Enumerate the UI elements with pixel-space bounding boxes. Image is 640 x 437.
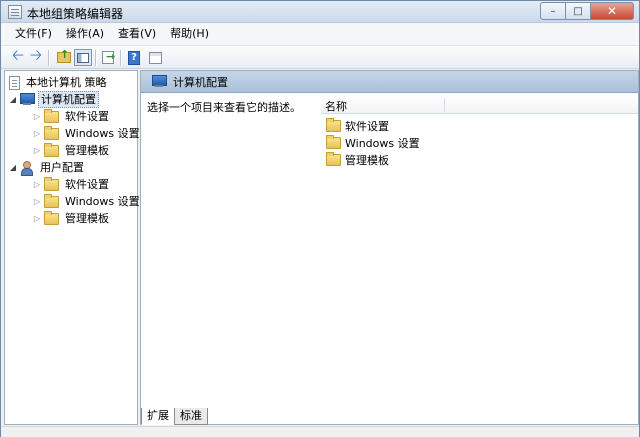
view-tabs: 扩展 标准 [141,408,208,425]
collapsed-triangle-icon[interactable]: ▷ [32,180,42,189]
tree-item-user-software[interactable]: ▷ 软件设置 [32,176,111,193]
back-arrow-icon[interactable]: 🡠 [9,46,27,66]
tree-item-label: 用户配置 [40,161,84,174]
tab-extended[interactable]: 扩展 [141,408,175,425]
tree-item-label: 计算机配置 [38,91,99,108]
tree-item-user-config[interactable]: ◢ 用户配置 [8,159,86,176]
tree-item-label: 软件设置 [65,178,109,191]
collapsed-triangle-icon[interactable]: ▷ [32,146,42,155]
folder-icon [326,134,341,149]
menu-view[interactable]: 查看(V) [111,23,163,45]
folder-icon [326,117,341,132]
tree-root[interactable]: 本地计算机 策略 [8,74,109,91]
tree-item-label: Windows 设置 [65,127,140,140]
toolbar-separator [48,50,49,66]
folder-icon [44,108,59,123]
list-column-header: 名称 [321,96,638,114]
console-tree[interactable]: 本地计算机 策略 ◢ 计算机配置 ▷ 软件设置 ▷ Windows 设置 ▷ 管… [4,70,140,425]
tab-standard[interactable]: 标准 [174,408,208,425]
help-glyph: ? [128,50,140,65]
user-icon [19,160,34,176]
menu-action[interactable]: 操作(A) [59,23,111,45]
folder-icon [44,125,59,140]
list-item-label: Windows 设置 [345,136,420,150]
description-text: 选择一个项目来查看它的描述。 [147,101,301,114]
expanded-triangle-icon[interactable]: ◢ [8,163,18,172]
list-item[interactable]: Windows 设置 [324,134,420,151]
up-folder-icon[interactable] [55,48,73,66]
toolbar-separator [120,50,121,66]
tree-item-computer-config[interactable]: ◢ 计算机配置 [8,91,99,108]
menu-help[interactable]: 帮助(H) [163,23,216,45]
policy-document-icon [9,75,20,90]
toolbar: 🡠 🡢 ? [1,45,639,69]
app-window: 本地组策略编辑器 – □ ✕ 文件(F) 操作(A) 查看(V) 帮助(H) 🡠… [0,0,640,437]
status-bar [1,426,639,437]
column-name-header[interactable]: 名称 [325,98,445,113]
details-pane: 计算机配置 选择一个项目来查看它的描述。 名称 软件设置 Windows 设置 … [140,70,639,425]
list-item[interactable]: 管理模板 [324,151,389,168]
tree-item-computer-windows[interactable]: ▷ Windows 设置 [32,125,142,142]
collapsed-triangle-icon[interactable]: ▷ [32,112,42,121]
menu-bar: 文件(F) 操作(A) 查看(V) 帮助(H) [1,23,639,45]
list-item-label: 管理模板 [345,153,389,167]
computer-icon [151,75,167,88]
folder-icon [44,193,59,208]
show-console-tree-icon[interactable] [74,49,92,66]
tree-item-label: Windows 设置 [65,195,140,208]
expanded-triangle-icon[interactable]: ◢ [8,95,18,104]
menu-file[interactable]: 文件(F) [8,23,59,45]
minimize-button[interactable]: – [540,2,566,20]
collapsed-triangle-icon[interactable]: ▷ [32,197,42,206]
details-header: 计算机配置 [141,71,638,93]
tree-item-user-admin-templates[interactable]: ▷ 管理模板 [32,210,111,227]
policy-document-icon [8,5,22,19]
details-title: 计算机配置 [173,75,228,89]
tree-item-user-windows[interactable]: ▷ Windows 设置 [32,193,142,210]
title-bar[interactable]: 本地组策略编辑器 – □ ✕ [1,1,639,23]
forward-arrow-icon[interactable]: 🡢 [27,46,45,66]
collapsed-triangle-icon[interactable]: ▷ [32,214,42,223]
export-list-icon[interactable] [99,49,117,66]
properties-icon[interactable] [146,49,164,66]
tree-item-computer-software[interactable]: ▷ 软件设置 [32,108,111,125]
help-icon[interactable]: ? [125,49,143,66]
folder-icon [326,151,341,166]
folder-icon [44,142,59,157]
maximize-button[interactable]: □ [566,2,591,20]
collapsed-triangle-icon[interactable]: ▷ [32,129,42,138]
tree-item-label: 软件设置 [65,110,109,123]
computer-icon [19,93,35,106]
window-title: 本地组策略编辑器 [27,7,124,21]
toolbar-separator [95,50,96,66]
list-item[interactable]: 软件设置 [324,117,389,134]
folder-icon [44,176,59,191]
close-button[interactable]: ✕ [591,2,634,20]
window-controls: – □ ✕ [540,2,634,20]
tree-item-label: 管理模板 [65,144,109,157]
list-item-label: 软件设置 [345,119,389,133]
tree-item-label: 管理模板 [65,212,109,225]
tree-item-computer-admin-templates[interactable]: ▷ 管理模板 [32,142,111,159]
folder-icon [44,210,59,225]
tree-root-label: 本地计算机 策略 [26,76,107,89]
